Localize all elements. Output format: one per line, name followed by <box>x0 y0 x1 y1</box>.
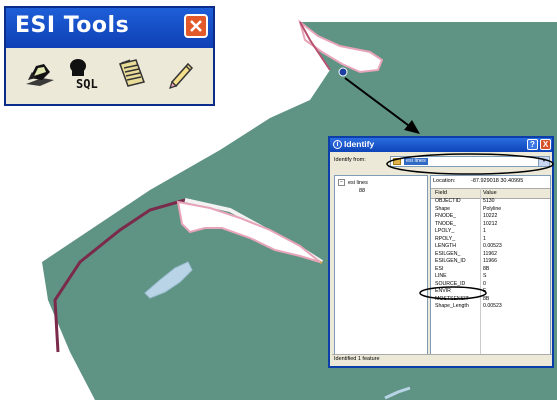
location-row: Location: -87.929018 30.40995 <box>433 178 523 184</box>
table-row[interactable]: Shape Polyline <box>431 206 550 214</box>
location-label: Location: <box>433 178 456 184</box>
tree-layer-label: esi lines <box>348 179 368 186</box>
table-row[interactable]: FNODE_ 10222 <box>431 213 550 221</box>
field-name: RPOLY_ <box>435 235 456 242</box>
esi-tools-toolbar: SQL <box>22 56 202 96</box>
column-header-field[interactable]: Field <box>435 190 447 196</box>
field-value: S <box>483 273 487 279</box>
field-name: ESI <box>435 265 444 272</box>
table-row[interactable]: MOSTSENSIT 8B <box>431 296 550 304</box>
collapse-icon[interactable]: − <box>338 179 345 186</box>
close-icon[interactable] <box>184 14 208 38</box>
table-row[interactable]: LENGTH 0.00523 <box>431 243 550 251</box>
identify-titlebar[interactable]: i Identify ? X <box>330 138 552 152</box>
column-header-value[interactable]: Value <box>483 190 497 196</box>
field-value: Polyline <box>483 205 502 212</box>
field-name: Shape <box>435 205 451 212</box>
chevron-down-icon[interactable]: ▼ <box>538 157 549 166</box>
results-tree: − esi lines 88 <box>334 175 428 355</box>
svg-text:SQL: SQL <box>76 77 98 91</box>
table-row[interactable]: OBJECTID 5130 <box>431 198 550 206</box>
field-name: FNODE_ <box>435 213 457 219</box>
table-row[interactable]: LPOLY_ 1 <box>431 228 550 236</box>
field-value: 8B <box>483 265 490 272</box>
identify-from-value: esi lines <box>404 158 428 165</box>
table-row[interactable]: TNODE_ 10212 <box>431 221 550 229</box>
table-row[interactable]: ENVIR E <box>431 288 550 296</box>
attributes-table: OBJECTID 5130 Shape Polyline FNODE_ 10222 TNOD… <box>431 198 550 311</box>
field-name: OBJECTID <box>435 198 461 204</box>
field-name: ENVIR <box>435 288 451 294</box>
location-value: -87.929018 30.40995 <box>471 178 524 184</box>
attributes-panel: Location: -87.929018 30.40995 Field Value… <box>430 175 551 355</box>
table-row[interactable]: SOURCE_ID 0 <box>431 281 550 289</box>
pencil-icon[interactable] <box>162 56 198 92</box>
tree-layer-node[interactable]: − esi lines <box>338 179 368 186</box>
layer-icon <box>393 158 401 165</box>
field-value: 0.00523 <box>483 303 502 309</box>
field-value: 11962 <box>483 250 498 257</box>
tree-feature-label: 88 <box>359 188 366 194</box>
identify-window: i Identify ? X Identify from: esi lines … <box>328 136 554 368</box>
table-row[interactable]: ESI 8B <box>431 266 550 274</box>
field-value: 1 <box>483 235 486 242</box>
field-value: 10212 <box>483 220 498 227</box>
sql-icon[interactable]: SQL <box>66 56 102 92</box>
table-row[interactable]: ESILGEN_ 11962 <box>431 251 550 259</box>
esi-tools-window: ESI Tools SQL <box>4 6 215 106</box>
map-pointer-icon[interactable] <box>22 56 58 92</box>
identify-from-dropdown[interactable]: esi lines ▼ <box>390 156 550 167</box>
tree-feature-node[interactable]: 88 <box>359 188 365 194</box>
field-name: LINE <box>435 273 447 279</box>
field-value: 8B <box>483 295 490 302</box>
field-name: ESILGEN_ <box>435 250 461 257</box>
field-value: 1 <box>483 228 486 234</box>
field-name: LPOLY_ <box>435 228 455 234</box>
help-button[interactable]: ? <box>527 139 538 150</box>
field-name: Shape_Length <box>435 303 469 309</box>
field-value: 10222 <box>483 213 498 219</box>
status-bar: Identified 1 feature <box>332 354 552 364</box>
field-value: 11966 <box>483 258 498 264</box>
field-value: 5130 <box>483 198 495 204</box>
field-value: E <box>483 288 487 294</box>
field-value: 0.00523 <box>483 243 502 249</box>
field-name: MOSTSENSIT <box>435 295 469 302</box>
identify-title: Identify <box>344 139 375 149</box>
table-row[interactable]: Shape_Length 0.00523 <box>431 303 550 311</box>
close-button[interactable]: X <box>540 139 551 150</box>
esi-tools-titlebar[interactable]: ESI Tools <box>6 8 213 48</box>
field-name: TNODE_ <box>435 220 457 227</box>
identify-point-icon[interactable] <box>338 67 348 77</box>
esi-tools-title: ESI Tools <box>15 13 130 38</box>
field-name: LENGTH <box>435 243 457 249</box>
notepad-icon[interactable] <box>114 56 150 92</box>
field-name: ESILGEN_ID <box>435 258 466 264</box>
table-row[interactable]: RPOLY_ 1 <box>431 236 550 244</box>
info-icon: i <box>333 140 342 149</box>
table-row[interactable]: LINE S <box>431 273 550 281</box>
identify-from-label: Identify from: <box>334 157 366 163</box>
field-value: 0 <box>483 280 486 287</box>
field-name: SOURCE_ID <box>435 280 466 287</box>
table-row[interactable]: ESILGEN_ID 11966 <box>431 258 550 266</box>
